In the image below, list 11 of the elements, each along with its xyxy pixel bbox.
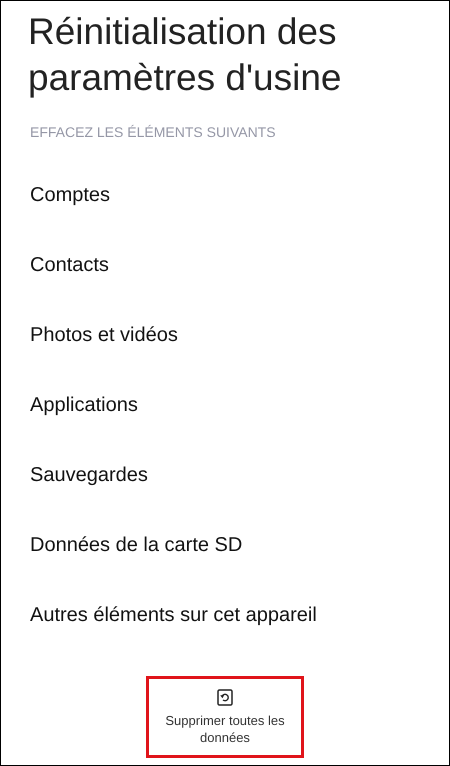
list-item: Sauvegardes [30, 464, 148, 486]
delete-all-button[interactable]: Supprimer toutes les données [146, 676, 304, 758]
list-item: Autres éléments sur cet appareil [30, 604, 317, 626]
list-item: Applications [30, 394, 138, 416]
reset-icon [217, 688, 233, 706]
section-header: EFFACEZ LES ÉLÉMENTS SUIVANTS [30, 123, 277, 141]
list-item: Photos et vidéos [30, 324, 178, 346]
list-item: Comptes [30, 184, 110, 206]
page-title: Réinitialisation des paramètres d'usine [28, 10, 343, 100]
list-item: Données de la carte SD [30, 534, 242, 556]
list-item: Contacts [30, 254, 109, 276]
